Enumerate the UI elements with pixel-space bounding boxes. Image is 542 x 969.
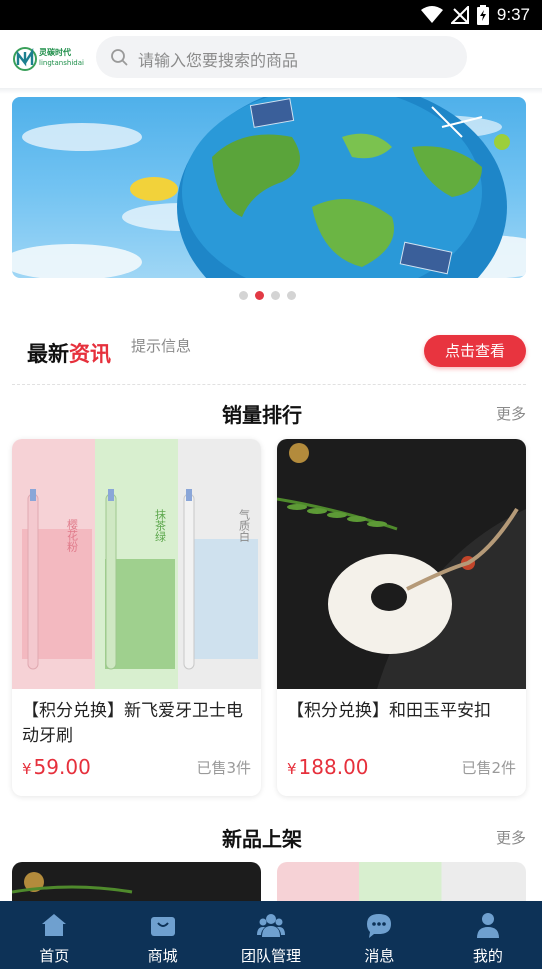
news-section: 最新资讯 提示信息 点击查看: [0, 320, 542, 380]
tab-shop[interactable]: 商城: [108, 901, 216, 969]
logo-text-cn: 灵碳时代: [39, 48, 71, 57]
logo-text-en: lingtanshidai: [39, 59, 84, 67]
brush-label-white: 气质白: [238, 508, 251, 542]
product-image-partial: [12, 872, 133, 894]
news-title-black: 最新: [27, 342, 69, 366]
product-card-partial[interactable]: [12, 862, 261, 902]
tab-team[interactable]: 团队管理: [217, 901, 325, 969]
carousel-dot-active[interactable]: [255, 291, 264, 300]
banner-carousel[interactable]: [12, 97, 526, 278]
home-icon: [42, 914, 67, 936]
user-icon: [476, 913, 499, 938]
product-card[interactable]: 樱花粉 抹茶绿 气质白 【积分兑换】新飞爱牙卫士电动牙刷 ¥59.00 已售3件: [12, 439, 261, 796]
section-title-new-arrivals: 新品上架: [222, 827, 302, 851]
price-value: 59.00: [33, 755, 91, 779]
dashed-divider: [12, 384, 526, 385]
brush-label-green: 抹茶绿: [154, 509, 167, 542]
message-icon: [367, 914, 392, 938]
product-image-jade: [277, 439, 526, 689]
more-link-new-arrivals[interactable]: 更多: [496, 827, 526, 848]
search-icon: [111, 49, 128, 66]
search-input[interactable]: 请输入您要搜索的商品: [96, 36, 467, 78]
tab-label: 首页: [39, 947, 70, 965]
product-card[interactable]: 【积分兑换】和田玉平安扣 ¥188.00 已售2件: [277, 439, 526, 796]
carousel-dot[interactable]: [271, 291, 280, 300]
wifi-icon: [420, 6, 443, 23]
carousel-dot[interactable]: [287, 291, 296, 300]
status-bar: 9:37: [0, 0, 542, 30]
news-title: 最新资讯: [27, 338, 111, 368]
price-value: 188.00: [298, 755, 369, 779]
tab-label: 我的: [472, 947, 503, 965]
header-divider: [0, 88, 542, 94]
product-price: ¥59.00: [22, 755, 91, 779]
search-placeholder: 请输入您要搜索的商品: [138, 51, 299, 70]
app-header: 灵碳时代 lingtanshidai 请输入您要搜索的商品: [0, 30, 542, 88]
tab-label: 团队管理: [241, 947, 302, 965]
shop-icon: [150, 917, 175, 936]
tab-home[interactable]: 首页: [0, 901, 108, 969]
logo-mark-icon: [13, 47, 37, 71]
carousel-dot[interactable]: [239, 291, 248, 300]
product-sold-count: 已售3件: [196, 759, 251, 777]
view-news-button[interactable]: 点击查看: [424, 335, 526, 367]
product-sold-count: 已售2件: [461, 759, 516, 777]
product-price: ¥188.00: [287, 755, 369, 779]
status-time: 9:37: [496, 5, 530, 24]
battery-icon: [476, 5, 489, 25]
tab-label: 消息: [364, 947, 395, 965]
carousel-dots[interactable]: [239, 291, 296, 300]
currency-symbol: ¥: [22, 760, 32, 778]
banner-earth-image: [12, 97, 526, 278]
product-title: 【积分兑换】和田玉平安扣: [287, 701, 491, 721]
more-link-sales-rank[interactable]: 更多: [496, 403, 526, 424]
app-logo[interactable]: 灵碳时代 lingtanshidai: [12, 44, 84, 74]
tab-messages[interactable]: 消息: [325, 901, 433, 969]
news-title-red: 资讯: [69, 342, 111, 366]
status-icons: 9:37: [420, 5, 530, 25]
section-title-sales-rank: 销量排行: [222, 403, 302, 427]
bottom-tab-bar: 首页 商城 团队管理 消息 我的: [0, 901, 542, 969]
brush-label-pink: 樱花粉: [66, 519, 79, 552]
product-card-partial[interactable]: [277, 862, 526, 902]
news-hint: 提示信息: [131, 337, 192, 355]
tab-profile[interactable]: 我的: [434, 901, 542, 969]
team-icon: [257, 914, 286, 937]
product-image-toothbrush: 樱花粉 抹茶绿 气质白: [12, 439, 261, 689]
product-title: 【积分兑换】新飞爱牙卫士电动牙刷: [22, 701, 243, 746]
currency-symbol: ¥: [287, 760, 297, 778]
tab-label: 商城: [147, 947, 178, 965]
signal-icon: [450, 6, 469, 24]
